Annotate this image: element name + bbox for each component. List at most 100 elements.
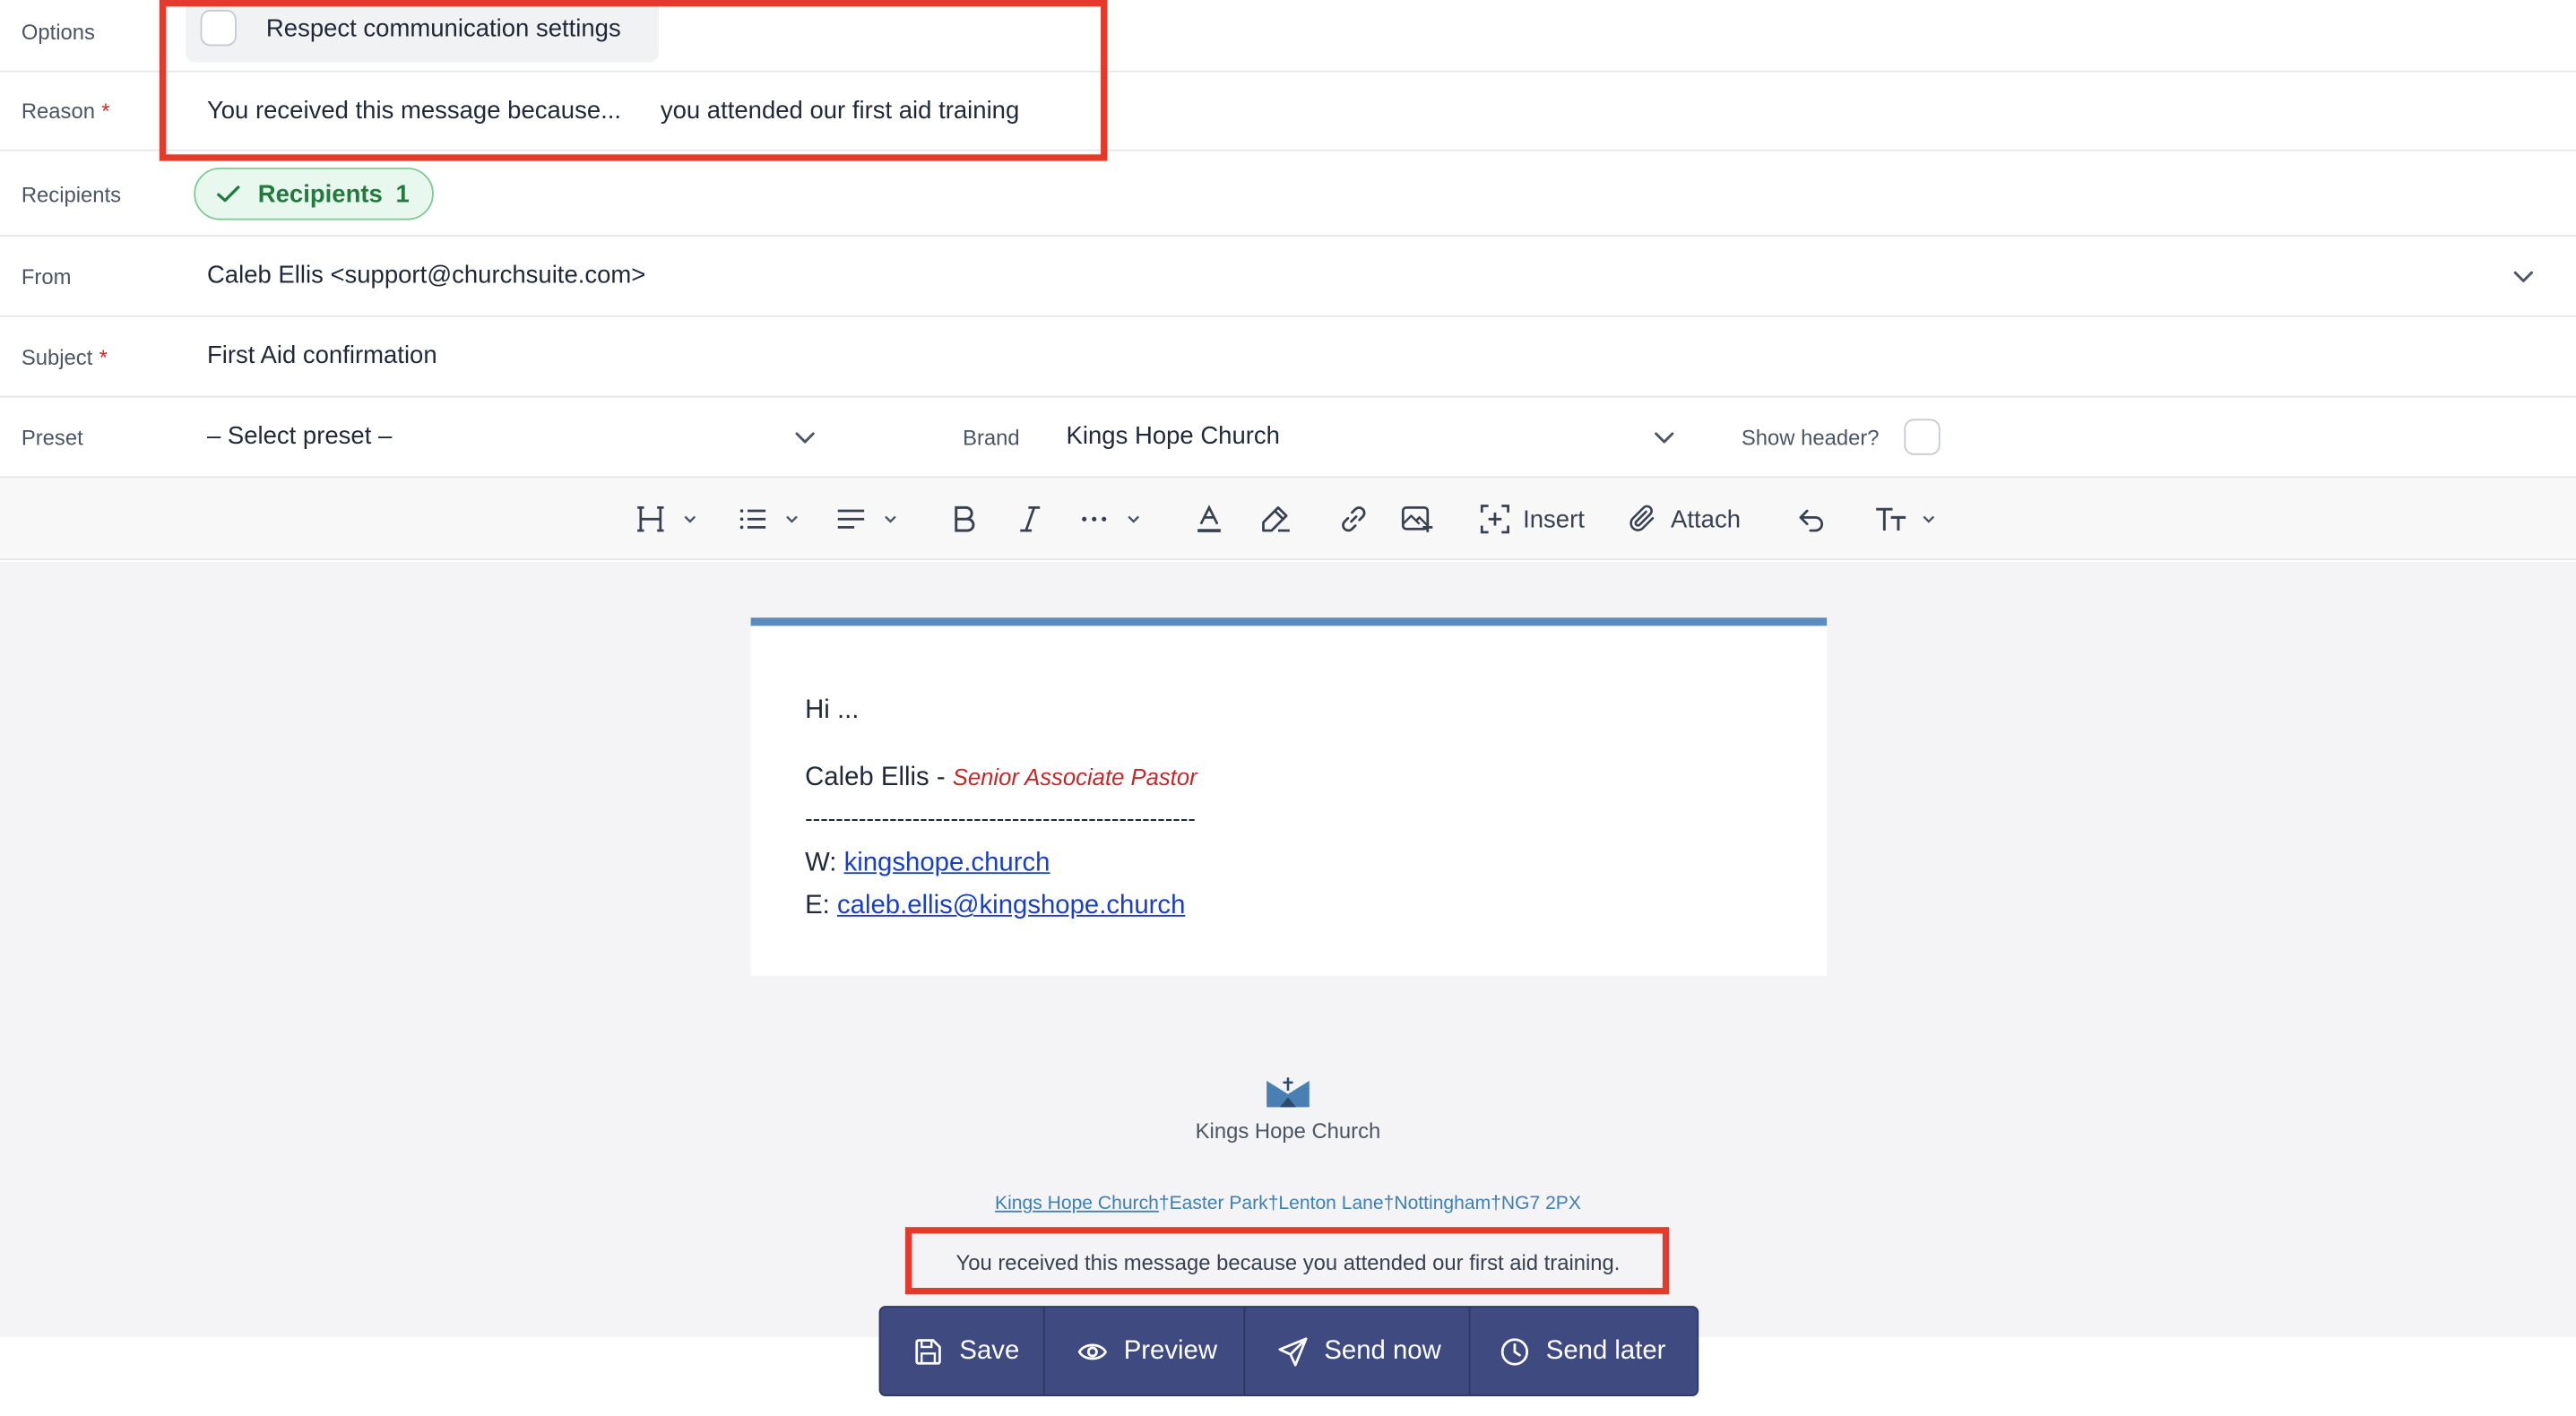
reason-row: Reason * You received this message becaus…	[0, 72, 2576, 151]
footer-address-link[interactable]: Kings Hope Church	[995, 1195, 1159, 1214]
italic-icon	[1020, 505, 1041, 532]
recipients-pill[interactable]: Recipients 1	[194, 167, 434, 220]
signature-email: E: caleb.ellis@kingshope.church	[805, 892, 1185, 921]
attach-label: Attach	[1671, 505, 1742, 533]
action-bar: Save Preview Send now Send later	[878, 1306, 1699, 1396]
check-icon	[217, 186, 240, 203]
web-link[interactable]: kingshope.church	[844, 850, 1050, 877]
preset-brand-row: Preset – Select preset – Brand Kings Hop…	[0, 397, 2576, 479]
email-greeting: Hi ...	[805, 696, 860, 725]
from-label: From	[21, 264, 72, 289]
reason-prefix: You received this message because...	[206, 97, 622, 125]
clock-icon	[1500, 1337, 1529, 1365]
send-now-button[interactable]: Send now	[1245, 1307, 1471, 1395]
bold-button[interactable]	[951, 499, 977, 539]
text-color-icon	[1197, 505, 1221, 532]
preview-button[interactable]: Preview	[1045, 1307, 1246, 1395]
email-body-card[interactable]: Hi ... Caleb Ellis - Senior Associate Pa…	[750, 617, 1828, 976]
email-link[interactable]: caleb.ellis@kingshope.church	[837, 892, 1185, 920]
insert-placeholder-icon	[1480, 505, 1509, 534]
bold-icon	[955, 505, 975, 532]
undo-button[interactable]	[1797, 499, 1827, 539]
link-button[interactable]	[1339, 499, 1369, 539]
footer-address-rest: †Easter Park†Lenton Lane†Nottingham†NG7 …	[1158, 1194, 1581, 1214]
options-row: Options Respect communication settings	[0, 0, 2576, 73]
italic-button[interactable]	[1017, 499, 1043, 539]
recipients-count: 1	[395, 179, 410, 208]
insert-button[interactable]: Insert	[1480, 499, 1585, 539]
text-color-button[interactable]	[1195, 499, 1224, 539]
respect-communication-settings-label: Respect communication settings	[265, 13, 621, 42]
web-prefix: W:	[805, 849, 844, 877]
brand-select[interactable]: Kings Hope Church	[1067, 422, 1280, 450]
more-icon	[1082, 516, 1107, 522]
chevron-down-icon	[885, 515, 896, 523]
footer-address: Kings Hope Church†Easter Park†Lenton Lan…	[0, 1195, 2576, 1214]
text-size-icon	[1876, 507, 1906, 531]
list-button[interactable]	[738, 499, 800, 539]
reason-input[interactable]: you attended our first aid training	[661, 97, 1019, 125]
text-size-button[interactable]	[1874, 499, 1937, 539]
signature-divider: ----------------------------------------…	[805, 805, 1196, 832]
chevron-down-icon	[1923, 515, 1935, 523]
from-select[interactable]: Caleb Ellis <support@churchsuite.com>	[207, 261, 645, 289]
bulleted-list-icon	[739, 509, 766, 530]
editor-toolbar: Insert Attach	[0, 478, 2576, 561]
chevron-down-icon	[1128, 515, 1140, 523]
subject-label: Subject *	[21, 344, 108, 370]
preset-select[interactable]: – Select preset –	[207, 422, 392, 450]
required-marker: *	[99, 344, 108, 370]
email-prefix: E:	[805, 892, 837, 920]
respect-communication-settings-checkbox[interactable]	[200, 9, 237, 47]
insert-label: Insert	[1523, 505, 1585, 533]
image-add-icon	[1401, 505, 1433, 532]
attach-button[interactable]: Attach	[1628, 499, 1741, 539]
paperclip-icon	[1629, 505, 1655, 531]
send-icon	[1278, 1336, 1308, 1366]
chevron-down-icon[interactable]	[1653, 426, 1676, 449]
brand-label: Brand	[963, 425, 1020, 451]
church-logo-icon	[1266, 1077, 1310, 1108]
chevron-down-icon[interactable]	[2512, 264, 2536, 288]
send-later-button[interactable]: Send later	[1470, 1308, 1697, 1394]
recipients-pill-label: Recipients	[257, 179, 383, 208]
send-now-label: Send now	[1324, 1336, 1441, 1365]
heading-icon	[637, 505, 664, 532]
preview-label: Preview	[1123, 1336, 1218, 1365]
subject-row: Subject * First Aid confirmation	[0, 316, 2576, 398]
footer-org-name: Kings Hope Church	[1195, 1118, 1381, 1144]
show-header-label: Show header?	[1741, 425, 1880, 451]
more-formatting-button[interactable]	[1079, 499, 1142, 539]
respect-communication-settings-option[interactable]: Respect communication settings	[186, 0, 659, 63]
insert-image-button[interactable]	[1401, 499, 1434, 539]
footer-reason-text: You received this message because you at…	[955, 1249, 1621, 1275]
align-left-icon	[837, 509, 865, 529]
from-row[interactable]: From Caleb Ellis <support@churchsuite.co…	[0, 236, 2576, 317]
signature-line: Caleb Ellis - Senior Associate Pastor	[805, 764, 1197, 793]
link-icon	[1342, 506, 1366, 532]
save-button[interactable]: Save	[880, 1307, 1045, 1395]
highlighter-icon	[1262, 505, 1290, 532]
chevron-down-icon	[786, 515, 798, 523]
sender-role: Senior Associate Pastor	[952, 764, 1197, 790]
signature-separator: -	[929, 764, 953, 792]
options-label: Options	[21, 19, 95, 45]
highlight-button[interactable]	[1258, 499, 1292, 539]
sender-name: Caleb Ellis	[805, 764, 929, 792]
signature-web: W: kingshope.church	[805, 850, 1050, 879]
heading-button[interactable]	[635, 499, 698, 539]
recipients-label: Recipients	[21, 182, 122, 207]
chevron-down-icon	[684, 515, 696, 523]
align-button[interactable]	[836, 499, 899, 539]
send-later-label: Send later	[1545, 1336, 1666, 1365]
required-marker: *	[101, 98, 110, 124]
compose-email-screen: Options Respect communication settings R…	[0, 0, 2576, 1413]
subject-input[interactable]: First Aid confirmation	[207, 341, 437, 369]
chevron-down-icon[interactable]	[793, 426, 817, 449]
preset-label: Preset	[21, 425, 83, 451]
reason-label: Reason *	[21, 98, 110, 124]
save-icon	[915, 1338, 941, 1364]
eye-icon	[1077, 1343, 1108, 1360]
save-label: Save	[959, 1336, 1020, 1365]
show-header-checkbox[interactable]	[1904, 419, 1941, 455]
